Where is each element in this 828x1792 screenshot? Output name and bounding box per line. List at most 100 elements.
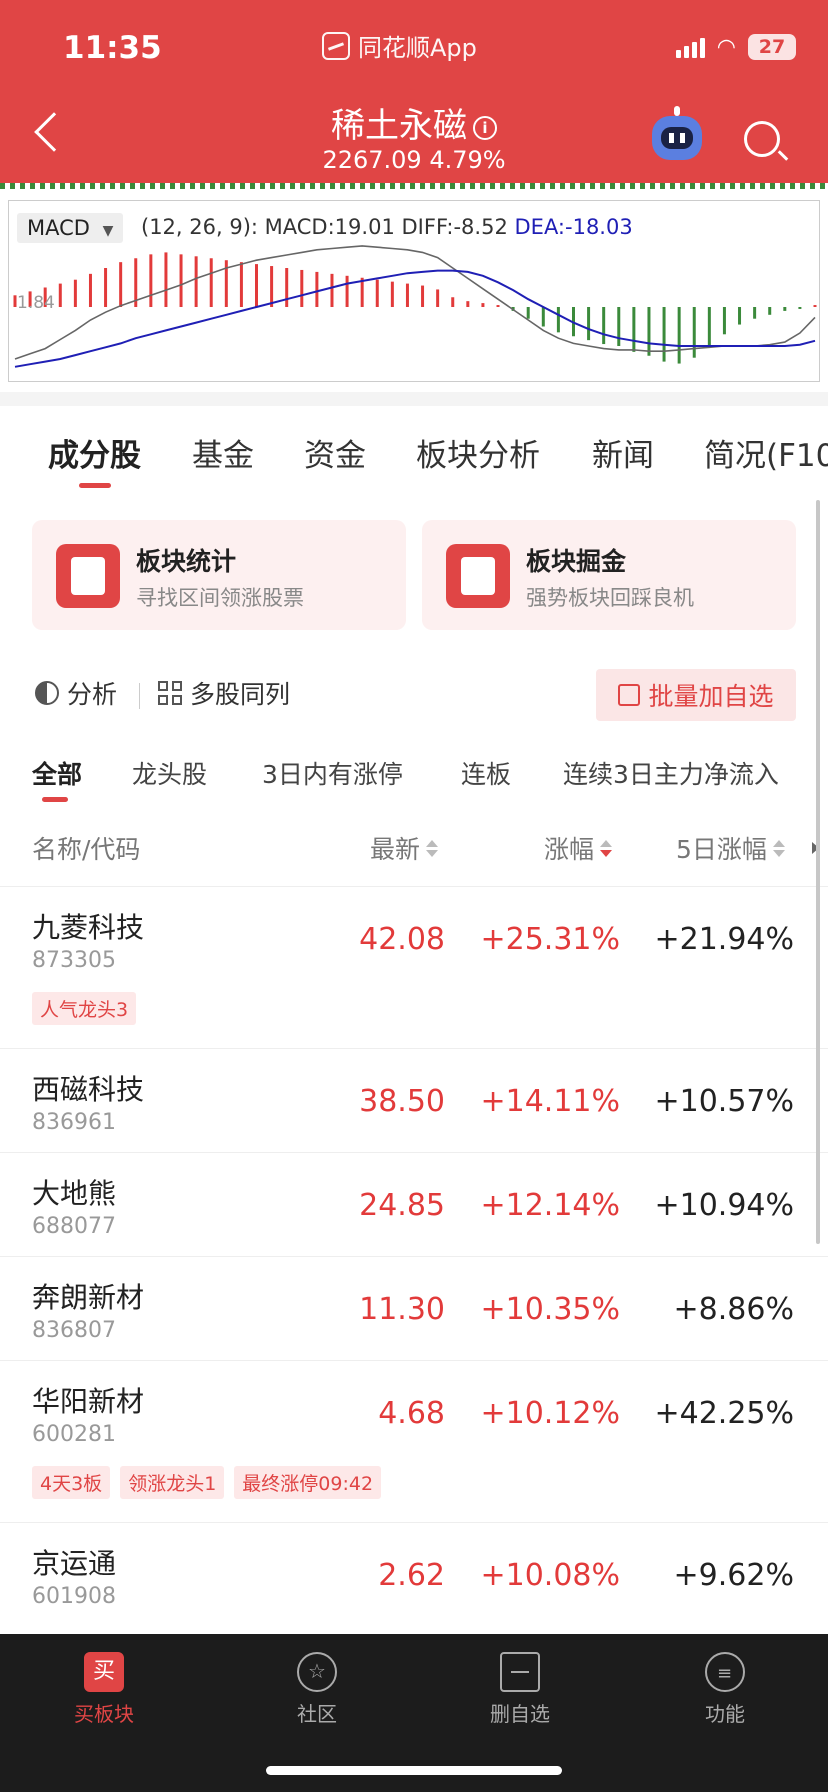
main-tabs: 成分股 基金 资金 板块分析 新闻 简况(F10 bbox=[0, 430, 828, 490]
col-latest-label: 最新 bbox=[370, 835, 421, 864]
grid-icon bbox=[158, 681, 182, 705]
latest-price: 42.08 bbox=[359, 922, 445, 957]
five-day-change: +21.94% bbox=[654, 922, 794, 957]
five-day-change: +9.62% bbox=[673, 1558, 794, 1593]
volume-strip bbox=[0, 183, 828, 189]
tab-active-indicator bbox=[79, 483, 111, 488]
macd-params: (12, 26, 9): bbox=[141, 215, 258, 239]
stock-code: 688077 bbox=[32, 1214, 116, 1239]
batch-add-watchlist-button[interactable]: 批量加自选 bbox=[596, 669, 796, 721]
sort-desc-icon bbox=[600, 839, 613, 857]
stock-code: 836961 bbox=[32, 1110, 116, 1135]
sector-mining-card[interactable]: 板块掘金 强势板块回踩良机 bbox=[422, 520, 796, 630]
filter-limit-up-3d[interactable]: 3日内有涨停 bbox=[262, 755, 403, 791]
stock-name: 奔朗新材 bbox=[32, 1281, 145, 1314]
battery-icon: 27 bbox=[748, 34, 796, 60]
tag-list: 4天3板 领涨龙头1 最终涨停09:42 bbox=[32, 1466, 382, 1499]
macd-chart[interactable]: MACD ▼ (12, 26, 9): MACD:19.01 DIFF:-8.5… bbox=[8, 200, 820, 382]
change-percent: +10.12% bbox=[480, 1396, 620, 1431]
dea-value: DEA:-18.03 bbox=[514, 215, 633, 239]
tab-news[interactable]: 新闻 bbox=[592, 430, 654, 475]
card-subtitle: 寻找区间领涨股票 bbox=[136, 586, 304, 610]
tab-capital[interactable]: 资金 bbox=[304, 430, 366, 475]
card-title: 板块统计 bbox=[136, 547, 237, 576]
tag-list: 人气龙头3 bbox=[32, 992, 137, 1025]
five-day-change: +10.57% bbox=[654, 1084, 794, 1119]
minus-square-icon bbox=[500, 1652, 540, 1692]
sector-stats-card[interactable]: 板块统计 寻找区间领涨股票 bbox=[32, 520, 406, 630]
shovel-icon bbox=[446, 544, 510, 608]
cellular-signal-icon bbox=[675, 36, 705, 58]
stock-code: 600281 bbox=[32, 1422, 116, 1447]
five-day-change: +10.94% bbox=[654, 1188, 794, 1223]
nav-label: 买板块 bbox=[74, 1702, 134, 1726]
multi-stock-button[interactable]: 多股同列 bbox=[158, 675, 290, 711]
tab-funds[interactable]: 基金 bbox=[192, 430, 254, 475]
filter-all[interactable]: 全部 bbox=[32, 755, 82, 791]
nav-buy-sector[interactable]: 买 买板块 bbox=[34, 1652, 174, 1727]
analysis-label: 分析 bbox=[67, 680, 118, 709]
search-icon[interactable] bbox=[744, 121, 780, 157]
table-row[interactable]: 大地熊 688077 24.85 +12.14% +10.94% bbox=[0, 1152, 828, 1256]
home-indicator[interactable] bbox=[266, 1766, 562, 1775]
buy-icon: 买 bbox=[84, 1652, 124, 1692]
star-badge-icon: ☆ bbox=[297, 1652, 337, 1692]
five-day-change: +8.86% bbox=[673, 1292, 794, 1327]
col-latest[interactable]: 最新 bbox=[370, 830, 439, 866]
batch-add-label: 批量加自选 bbox=[648, 682, 774, 711]
nav-community[interactable]: ☆ 社区 bbox=[247, 1652, 387, 1727]
stock-name: 华阳新材 bbox=[32, 1385, 145, 1418]
stock-code: 601908 bbox=[32, 1584, 116, 1609]
col-name-code: 名称/代码 bbox=[32, 835, 141, 864]
tag-badge: 4天3板 bbox=[32, 1466, 111, 1499]
analysis-button[interactable]: 分析 bbox=[35, 675, 117, 711]
divider bbox=[139, 683, 140, 709]
tab-sector-analysis[interactable]: 板块分析 bbox=[416, 430, 540, 475]
scrollbar[interactable] bbox=[816, 500, 820, 1244]
table-row[interactable]: 奔朗新材 836807 11.30 +10.35% +8.86% bbox=[0, 1256, 828, 1360]
macd-value: MACD:19.01 bbox=[264, 215, 395, 239]
diff-value: DIFF:-8.52 bbox=[401, 215, 508, 239]
col-five-day[interactable]: 5日涨幅 bbox=[676, 830, 785, 866]
status-time: 11:35 bbox=[63, 30, 162, 66]
filter-tabs: 全部 龙头股 3日内有涨停 连板 连续3日主力净流入 bbox=[0, 755, 828, 795]
change-percent: +14.11% bbox=[480, 1084, 620, 1119]
stock-name: 九菱科技 bbox=[32, 911, 145, 944]
nav-label: 删自选 bbox=[490, 1702, 550, 1726]
change-percent: +12.14% bbox=[480, 1188, 620, 1223]
five-day-change: +42.25% bbox=[654, 1396, 794, 1431]
filter-net-inflow-3d[interactable]: 连续3日主力净流入 bbox=[563, 755, 779, 791]
card-title: 板块掘金 bbox=[526, 547, 627, 576]
latest-price: 38.50 bbox=[359, 1084, 445, 1119]
filter-leaders[interactable]: 龙头股 bbox=[132, 755, 207, 791]
stock-name: 西磁科技 bbox=[32, 1073, 145, 1106]
nav-label: 社区 bbox=[297, 1702, 337, 1726]
robot-assistant-icon[interactable] bbox=[652, 106, 702, 160]
sector-quote: 2267.09 4.79% bbox=[322, 146, 506, 174]
tab-components[interactable]: 成分股 bbox=[48, 430, 141, 475]
latest-price: 24.85 bbox=[359, 1188, 445, 1223]
filter-consecutive-limit[interactable]: 连板 bbox=[461, 755, 511, 791]
nav-remove-watchlist[interactable]: 删自选 bbox=[450, 1652, 590, 1727]
stock-name: 大地熊 bbox=[32, 1177, 117, 1210]
table-row[interactable]: 西磁科技 836961 38.50 +14.11% +10.57% bbox=[0, 1048, 828, 1152]
nav-functions[interactable]: ≡ 功能 bbox=[655, 1652, 795, 1727]
col-change[interactable]: 涨幅 bbox=[544, 830, 613, 866]
info-icon[interactable]: i bbox=[473, 116, 497, 140]
indicator-select[interactable]: MACD ▼ bbox=[17, 213, 124, 243]
chart-params: (12, 26, 9): MACD:19.01 DIFF:-8.52 DEA:-… bbox=[141, 215, 633, 239]
table-row[interactable]: 京运通 601908 2.62 +10.08% +9.62% bbox=[0, 1522, 828, 1634]
tab-profile-f10[interactable]: 简况(F10 bbox=[704, 430, 828, 475]
indicator-label: MACD bbox=[27, 216, 90, 240]
col-five-day-label: 5日涨幅 bbox=[676, 835, 767, 864]
table-row[interactable]: 九菱科技 873305 42.08 +25.31% +21.94% 人气龙头3 bbox=[0, 886, 828, 1048]
tag-badge: 领涨龙头1 bbox=[120, 1466, 225, 1499]
table-row[interactable]: 华阳新材 600281 4.68 +10.12% +42.25% 4天3板 领涨… bbox=[0, 1360, 828, 1522]
status-app-name: 同花顺App bbox=[358, 34, 477, 62]
change-percent: +25.31% bbox=[480, 922, 620, 957]
stock-code: 873305 bbox=[32, 948, 116, 973]
menu-icon: ≡ bbox=[705, 1652, 745, 1692]
change-percent: +10.35% bbox=[480, 1292, 620, 1327]
page-title: 稀土永磁 i bbox=[0, 98, 828, 147]
header-bar: 11:35 同花顺App ◠ 27 稀土永磁 i 2267.09 4.79% bbox=[0, 0, 828, 183]
